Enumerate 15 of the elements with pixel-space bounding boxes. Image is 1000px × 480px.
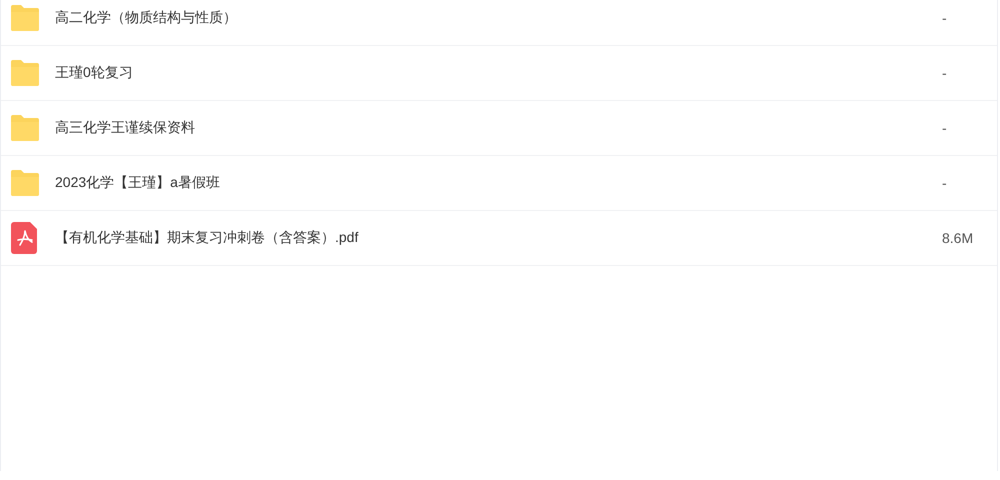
file-size: - <box>942 175 948 191</box>
file-name[interactable]: 【有机化学基础】期末复习冲刺卷（含答案）.pdf <box>55 229 942 247</box>
file-size: - <box>942 10 948 26</box>
folder-icon <box>9 114 41 142</box>
file-size: - <box>942 65 948 81</box>
pdf-file-icon <box>11 222 39 254</box>
file-name[interactable]: 高三化学王谨续保资料 <box>55 119 942 137</box>
folder-icon <box>9 59 41 87</box>
file-size: - <box>942 120 948 136</box>
file-name[interactable]: 高二化学（物质结构与性质） <box>55 9 942 27</box>
file-size: 8.6M <box>942 230 974 246</box>
folder-icon <box>9 4 41 32</box>
file-name[interactable]: 王瑾0轮复习 <box>55 64 942 82</box>
file-name[interactable]: 2023化学【王瑾】a暑假班 <box>55 174 942 192</box>
folder-icon <box>9 169 41 197</box>
